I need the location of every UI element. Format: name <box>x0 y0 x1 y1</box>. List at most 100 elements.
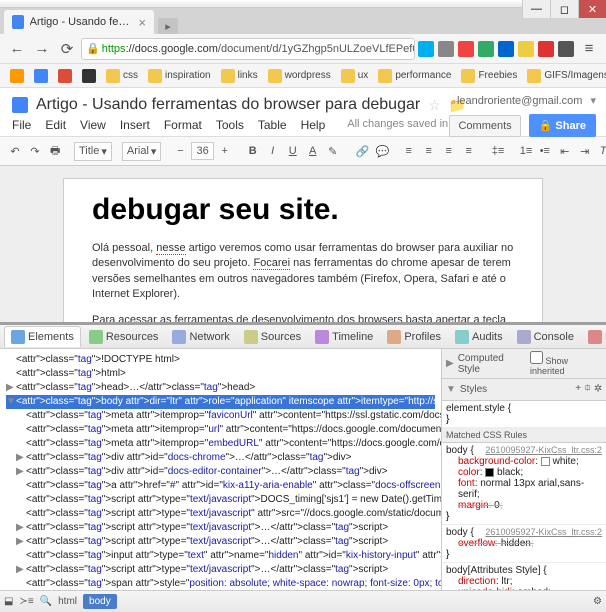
bookmark-folder[interactable]: wordpress <box>264 67 335 85</box>
dock-button[interactable]: ⬓ <box>4 596 13 607</box>
bookmark-folder[interactable]: ux <box>337 67 373 85</box>
bookmark-item[interactable] <box>54 67 76 85</box>
tab-profiles[interactable]: Profiles <box>381 327 447 347</box>
ext-icon-7[interactable] <box>538 41 554 57</box>
doc-paragraph[interactable]: Para acessar as ferramentas de desenvolv… <box>92 313 514 322</box>
tab-resources[interactable]: Resources <box>83 327 165 347</box>
bookmark-folder[interactable]: GIFS/Imagens <box>523 67 606 85</box>
folder-icon <box>461 69 475 83</box>
highlight-button[interactable]: ✎ <box>324 142 342 161</box>
console-toggle[interactable]: ≻≡ <box>19 596 33 607</box>
font-size-dec[interactable]: − <box>171 142 189 160</box>
elements-tree[interactable]: <attr">class="tag">!DOCTYPE html><attr">… <box>0 349 441 590</box>
line-spacing-button[interactable]: ‡≡ <box>488 142 506 160</box>
indent-dec-button[interactable]: ⇤ <box>556 142 574 161</box>
list-number-button[interactable]: 1≡ <box>516 142 534 160</box>
show-inherited-checkbox[interactable] <box>530 351 543 364</box>
bold-button[interactable]: B <box>244 142 262 160</box>
menu-file[interactable]: File <box>12 118 31 132</box>
ext-skype-icon[interactable] <box>418 41 434 57</box>
menu-table[interactable]: Table <box>258 118 287 132</box>
redo-button[interactable]: ↷ <box>26 142 44 161</box>
star-icon[interactable]: ☆ <box>428 97 441 114</box>
inspect-button[interactable]: 🔍 <box>40 596 52 607</box>
bookmark-item[interactable] <box>30 67 52 85</box>
ext-icon-8[interactable] <box>558 41 574 57</box>
devtools-footer: ⬓ ≻≡ 🔍 html body ⚙ <box>0 590 606 612</box>
minimize-button[interactable]: — <box>522 0 550 18</box>
doc-paragraph[interactable]: Olá pessoal, nesse artigo veremos como u… <box>92 241 514 303</box>
back-button[interactable]: ← <box>6 38 28 60</box>
align-left-button[interactable]: ≡ <box>400 142 418 160</box>
tab-pagespeed[interactable]: PageSpeed <box>582 327 606 347</box>
styles-pane[interactable]: ▶Computed Style Show inherited ▼Styles+ … <box>441 349 606 590</box>
docs-header-right: leandroriente@gmail.com ▾ <box>457 94 596 107</box>
tab-elements[interactable]: Elements <box>4 326 81 347</box>
tab-close-icon[interactable]: × <box>138 15 146 30</box>
user-email[interactable]: leandroriente@gmail.com <box>457 95 583 107</box>
menu-format[interactable]: Format <box>164 118 202 132</box>
indent-inc-button[interactable]: ⇥ <box>576 142 594 161</box>
ext-icon-3[interactable] <box>458 41 474 57</box>
console-icon <box>517 330 531 344</box>
maximize-button[interactable]: ◻ <box>550 0 578 18</box>
ext-icon-2[interactable] <box>438 41 454 57</box>
undo-button[interactable]: ↶ <box>6 142 24 161</box>
chevron-down-icon[interactable]: ▾ <box>590 94 596 107</box>
bookmark-folder[interactable]: links <box>217 67 262 85</box>
font-select[interactable]: Arial ▾ <box>122 142 162 161</box>
computed-header[interactable]: ▶Computed Style Show inherited <box>442 349 606 379</box>
menu-button[interactable]: ≡ <box>578 38 600 60</box>
list-bullet-button[interactable]: •≡ <box>536 142 554 160</box>
underline-button[interactable]: U <box>284 142 302 160</box>
tab-console[interactable]: Console <box>511 327 580 347</box>
align-center-button[interactable]: ≡ <box>420 142 438 160</box>
menu-edit[interactable]: Edit <box>45 118 66 132</box>
italic-button[interactable]: I <box>264 142 282 160</box>
menu-insert[interactable]: Insert <box>120 118 150 132</box>
bookmark-icon <box>10 69 24 83</box>
bookmark-folder[interactable]: css <box>102 67 142 85</box>
forward-button[interactable]: → <box>31 38 53 60</box>
tab-sources[interactable]: Sources <box>238 327 307 347</box>
ext-icon-4[interactable] <box>478 41 494 57</box>
tab-active[interactable]: Artigo - Usando ferramen × <box>4 10 154 34</box>
styles-header[interactable]: ▼Styles+ ⯐ ✲ <box>442 379 606 401</box>
crumb-body[interactable]: body <box>83 594 117 609</box>
audits-icon <box>455 330 469 344</box>
doc-title[interactable]: Artigo - Usando ferramentas do browser p… <box>36 96 420 114</box>
tab-timeline[interactable]: Timeline <box>309 327 379 347</box>
bookmark-folder[interactable]: performance <box>374 67 455 85</box>
bookmark-item[interactable] <box>78 67 100 85</box>
align-right-button[interactable]: ≡ <box>440 142 458 160</box>
menu-help[interactable]: Help <box>301 118 326 132</box>
bookmark-folder[interactable]: inspiration <box>144 67 215 85</box>
menu-view[interactable]: View <box>80 118 106 132</box>
ext-icon-5[interactable] <box>498 41 514 57</box>
comments-button[interactable]: Comments <box>449 115 520 137</box>
tab-audits[interactable]: Audits <box>449 327 509 347</box>
font-size-inc[interactable]: + <box>216 142 234 160</box>
text-color-button[interactable]: A <box>304 142 322 160</box>
url-input[interactable]: 🔒 https://docs.google.com/document/d/1yG… <box>81 38 415 60</box>
reload-button[interactable]: ⟳ <box>56 38 78 60</box>
bookmark-item[interactable] <box>6 67 28 85</box>
link-button[interactable]: 🔗 <box>352 142 370 161</box>
share-button[interactable]: 🔒 Share <box>529 114 596 137</box>
doc-heading[interactable]: debugar seu site. <box>92 193 514 227</box>
print-button[interactable]: 🖶 <box>46 139 64 164</box>
align-justify-button[interactable]: ≡ <box>460 142 478 160</box>
bookmark-folder[interactable]: Freebies <box>457 67 521 85</box>
font-size-input[interactable]: 36 <box>191 142 213 160</box>
new-tab-button[interactable]: ▸ <box>158 18 178 34</box>
close-button[interactable]: ✕ <box>578 0 606 18</box>
clear-format-button[interactable]: T× <box>596 142 606 160</box>
crumb-html[interactable]: html <box>58 596 77 607</box>
settings-button[interactable]: ⚙ <box>593 596 602 607</box>
comment-button[interactable]: 💬 <box>372 142 390 161</box>
doc-paper[interactable]: debugar seu site. Olá pessoal, nesse art… <box>63 178 543 322</box>
style-select[interactable]: Title ▾ <box>74 142 112 161</box>
tab-network[interactable]: Network <box>166 327 235 347</box>
menu-tools[interactable]: Tools <box>216 118 244 132</box>
ext-icon-6[interactable] <box>518 41 534 57</box>
